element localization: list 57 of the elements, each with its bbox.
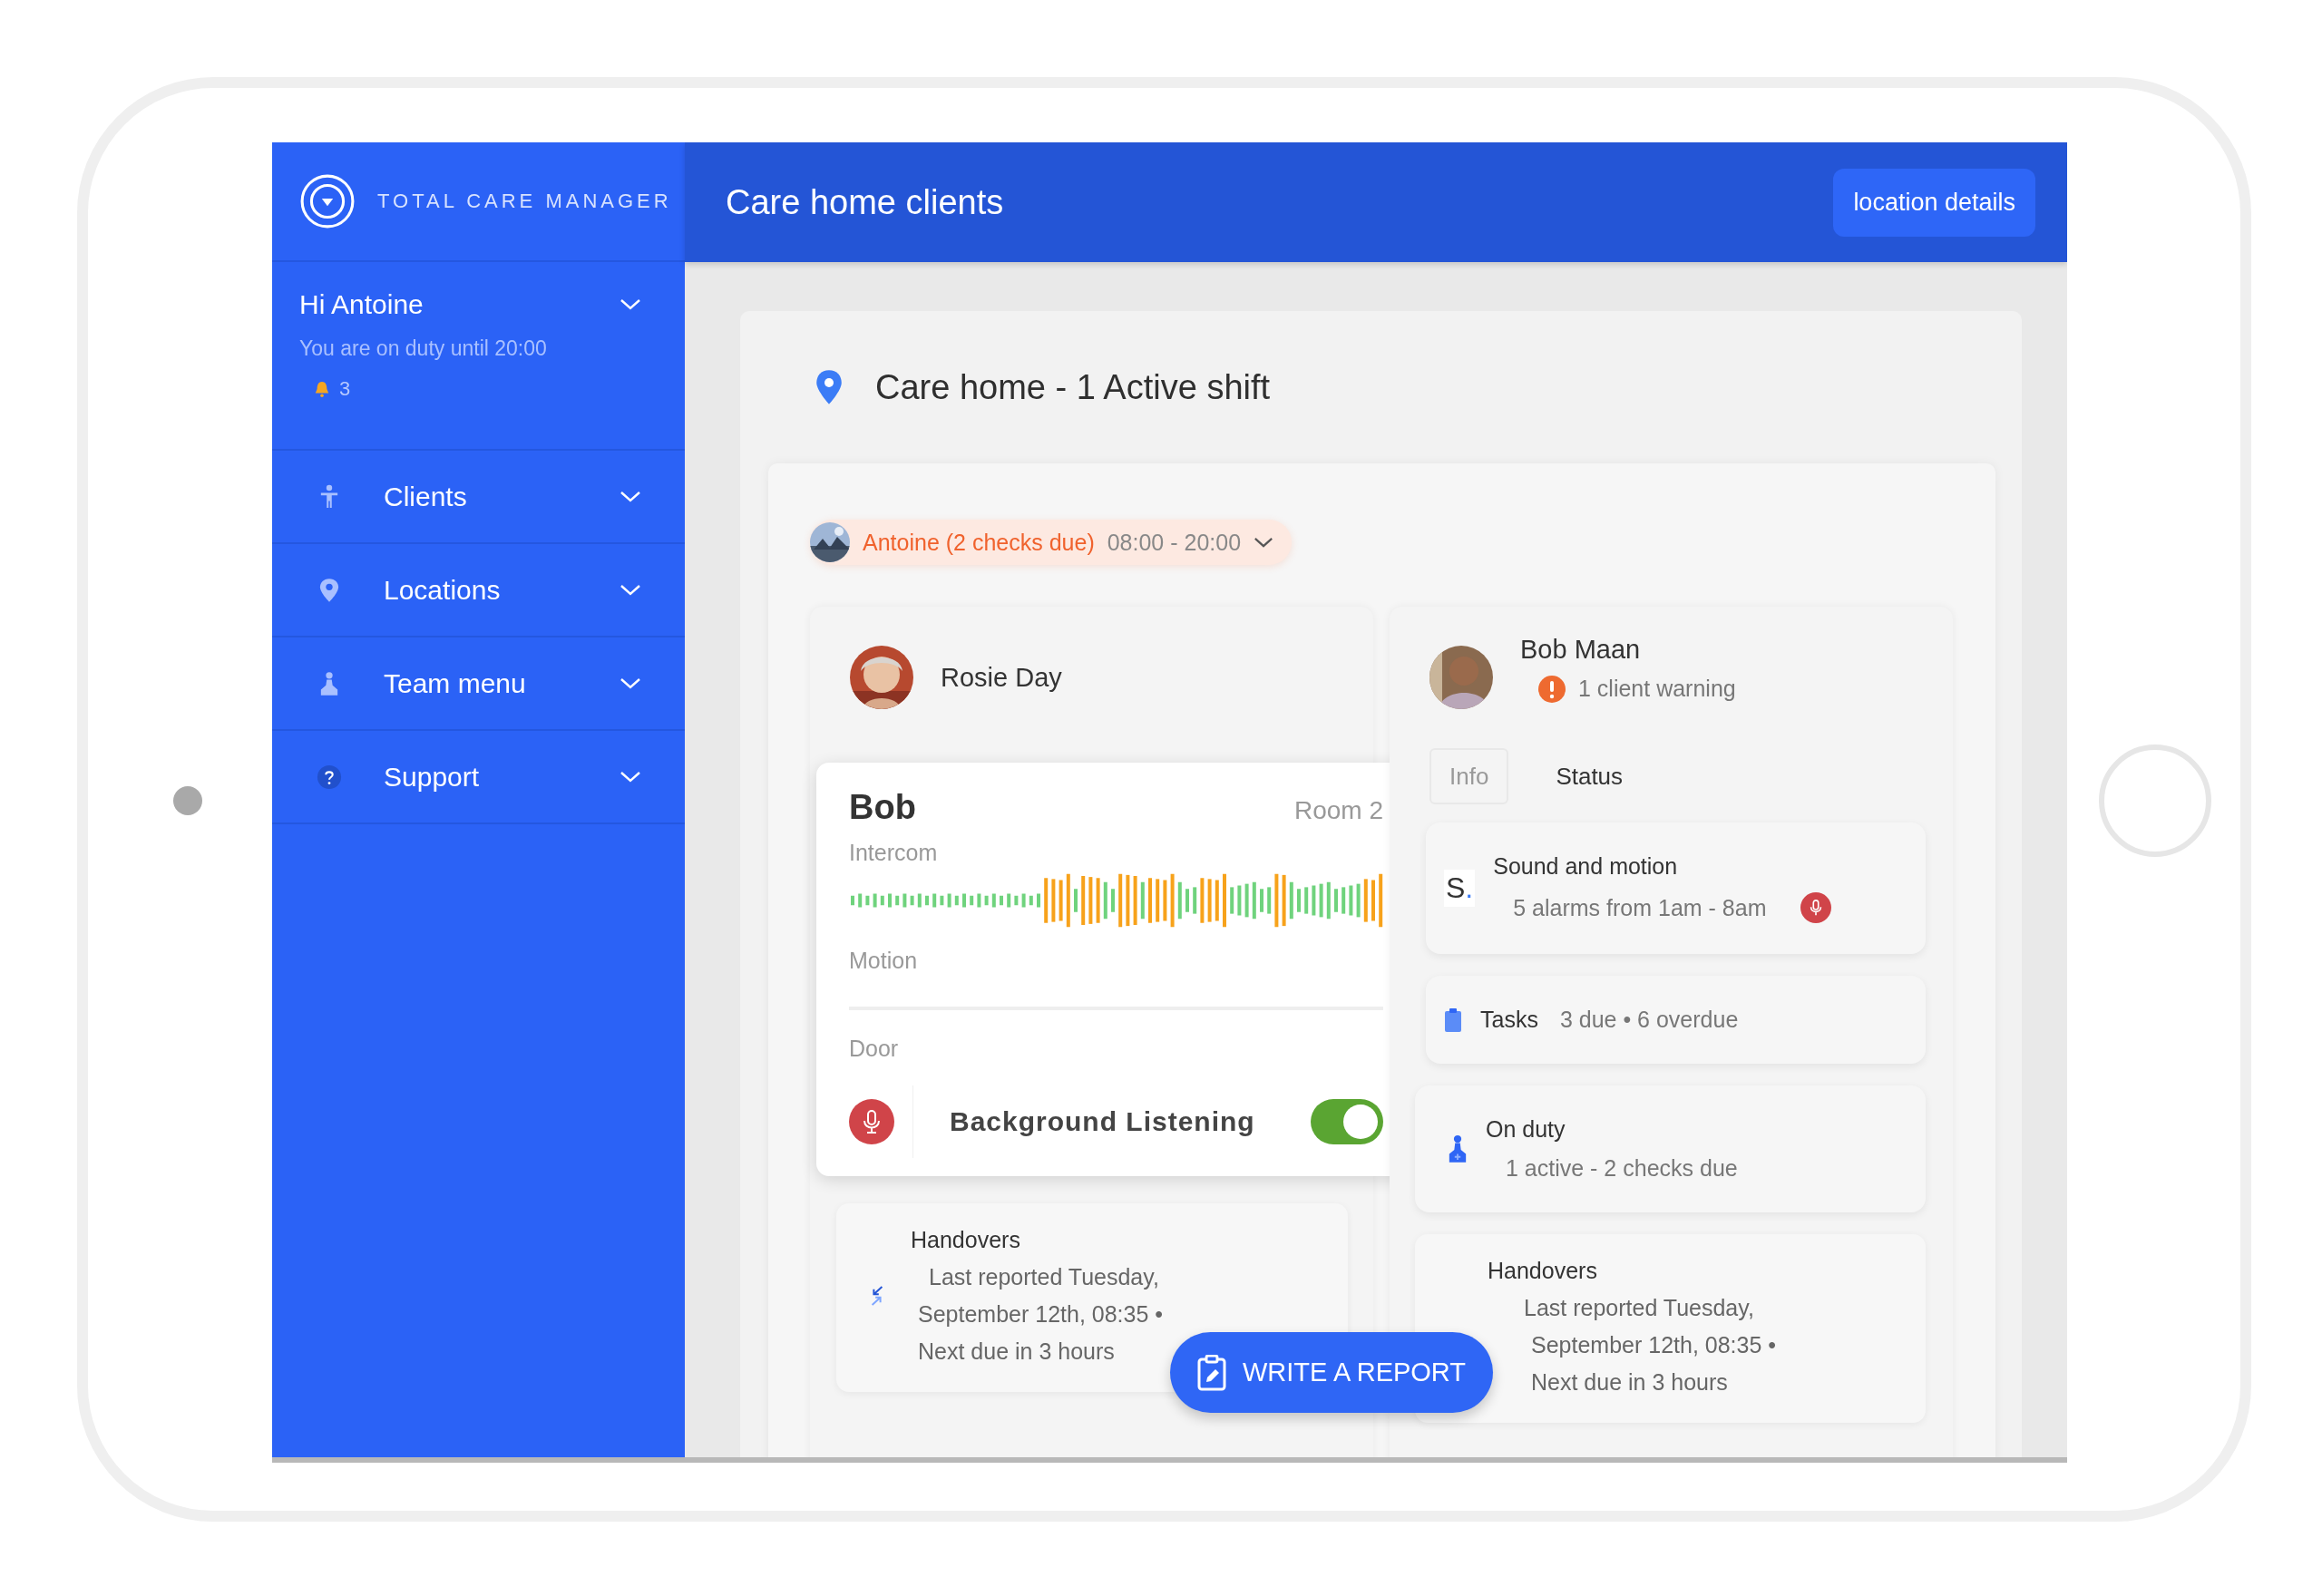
microphone-icon[interactable] [849,1099,894,1144]
status-title: On duty [1486,1116,1566,1143]
clipboard-edit-icon [1197,1354,1226,1391]
handover-title: Handovers [911,1227,1021,1253]
location-pin-icon [318,577,339,603]
collapse-arrows-icon [869,1285,885,1307]
tab[interactable]: Status [1536,748,1644,804]
sensor-label: Intercom [849,840,939,866]
room-label: Room 2 [1293,796,1383,825]
location-pin-icon [815,369,843,405]
location-details-button[interactable]: location details [1833,168,2035,237]
warning-text: 1 client warning [1578,676,1736,702]
warning-icon [1538,675,1566,703]
status-detail: 3 due • 6 overdue [1559,1007,1739,1033]
chevron-down-icon [620,490,641,503]
handover-title: Handovers [1488,1258,1598,1284]
bell-icon [314,380,330,398]
chevron-down-icon [620,676,641,690]
shift-hours: 08:00 - 20:00 [1107,529,1242,556]
staff-name: Antoine (2 checks due) [863,529,1095,556]
shift-selector[interactable]: Antoine (2 checks due) 08:00 - 20:00 [810,520,1293,565]
duty-status: You are on duty until 20:00 [299,336,548,361]
microphone-icon[interactable] [1800,892,1832,923]
handover-detail: September 12th, 08:35 • [918,1301,1164,1328]
person-icon [318,483,339,510]
write-report-button[interactable]: WRITE A REPORT [1170,1332,1493,1413]
notification-count: 3 [339,377,351,401]
location-title: Care home - 1 Active shift [875,367,1271,407]
brand-name: TOTAL CARE MANAGER [377,190,672,213]
handover-detail: Next due in 3 hours [1531,1369,1729,1396]
clipboard-icon [1444,1007,1462,1033]
tab[interactable]: Info [1429,748,1509,804]
logo-icon [299,173,356,229]
page-title: Care home clients [726,182,1004,222]
status-title: Sound and motion [1493,853,1679,880]
toggle-switch[interactable] [1311,1099,1383,1144]
status-detail: 1 active - 2 checks due [1506,1155,1738,1182]
chevron-down-icon [1254,536,1274,549]
handover-detail: Next due in 3 hours [918,1338,1116,1365]
chevron-down-icon [620,770,641,783]
camera-dot [173,786,202,815]
help-icon [316,764,342,790]
sound-badge: S. [1444,870,1476,907]
setting-label: Background Listening [950,1106,1255,1137]
sensor-label: Motion [849,948,919,974]
handover-detail: Last reported Tuesday, [1524,1295,1755,1321]
resident-name: Bob [849,788,916,827]
chevron-down-icon [620,583,641,597]
status-detail: 5 alarms from 1am - 8am [1513,894,1767,921]
status-title: Tasks [1480,1007,1538,1033]
handover-detail: September 12th, 08:35 • [1531,1332,1777,1358]
handover-detail: Last reported Tuesday, [929,1264,1160,1290]
user-greeting: Hi Antoine [299,289,424,320]
client-name: Rosie Day [941,662,1062,693]
client-name: Bob Maan [1520,634,1642,665]
sensor-label: Door [849,1036,900,1062]
chevron-down-icon[interactable] [620,298,641,311]
